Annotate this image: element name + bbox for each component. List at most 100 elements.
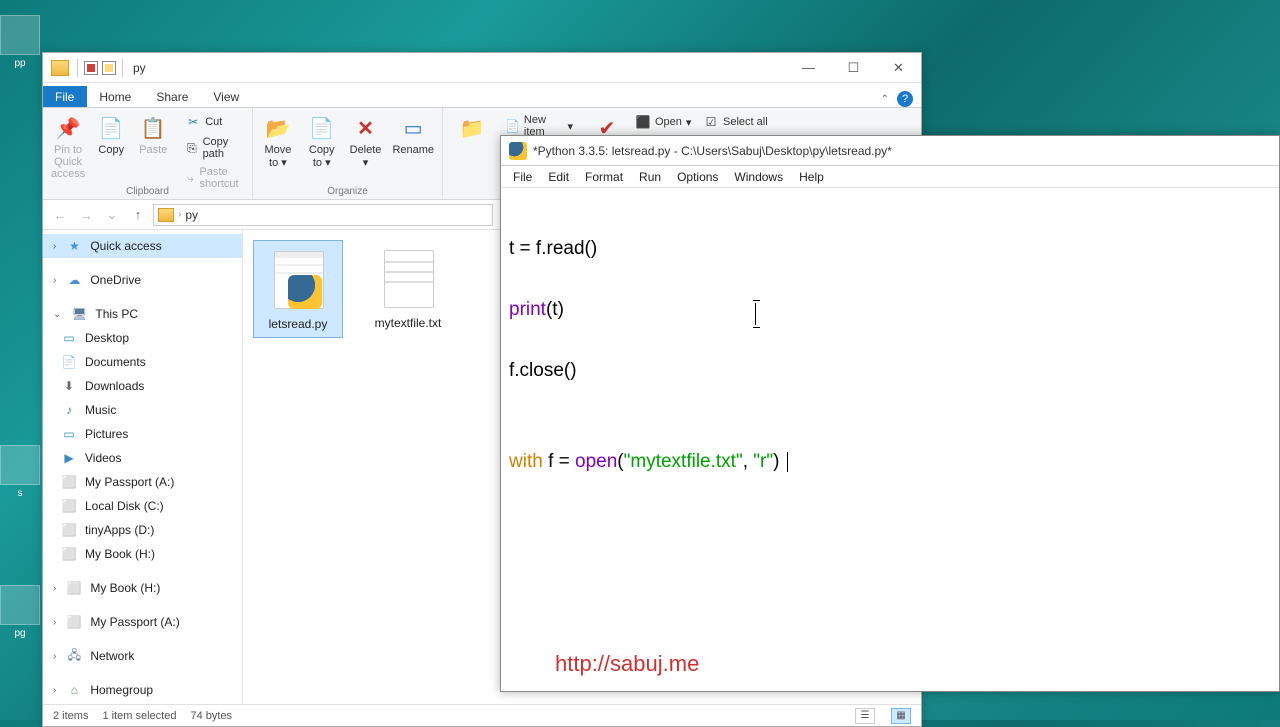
copy-path-button[interactable]: ⎘Copy path [181,134,248,162]
desktop-icon[interactable]: pp [0,15,45,69]
file-item[interactable]: mytextfile.txt [363,240,453,336]
file-label: mytextfile.txt [375,316,442,330]
minimize-button[interactable]: — [786,54,831,82]
sidebar-item-onedrive[interactable]: ☁OneDrive [43,268,242,292]
folder-icon [158,208,174,222]
idle-menubar: File Edit Format Run Options Windows Hel… [501,166,1279,188]
sidebar-item-homegroup[interactable]: ⌂Homegroup [43,678,242,702]
new-item-icon: 📄 [505,118,520,134]
cut-button[interactable]: ✂Cut [181,112,248,132]
tab-file[interactable]: File [43,86,87,107]
star-icon: ★ [66,238,82,254]
drive-icon: ⬜ [61,474,77,490]
menu-format[interactable]: Format [577,168,631,186]
delete-button[interactable]: ✕ Delete ▾ [347,112,385,171]
group-label: Organize [253,186,442,197]
sidebar-item-videos[interactable]: ▶Videos [43,446,242,470]
new-folder-button[interactable]: 📁 [449,112,495,146]
close-button[interactable]: ✕ [876,54,921,82]
sidebar-item-network[interactable]: 🖧Network [43,644,242,668]
back-button[interactable]: ← [49,204,71,226]
window-title: *Python 3.3.5: letsread.py - C:\Users\Sa… [533,144,892,158]
copy-to-button[interactable]: 📄 Copy to ▾ [303,112,341,171]
sidebar-item-quick-access[interactable]: ★Quick access [43,234,242,258]
up-button[interactable]: ↑ [127,204,149,226]
window-title: py [133,61,146,75]
chevron-right-icon[interactable]: › [178,209,181,220]
collapse-ribbon-icon[interactable]: ⌃ [881,94,889,105]
open-icon: ⬛ [635,114,651,130]
move-to-button[interactable]: 📂 Move to ▾ [259,112,297,171]
desktop-icon: ▭ [61,330,77,346]
code-line: f.close() [509,356,1271,386]
ribbon-tabs: File Home Share View ⌃ ? [43,83,921,108]
code-line: print(t) [509,295,1271,325]
explorer-titlebar[interactable]: py — ☐ ✕ [43,53,921,83]
drive-icon: ⬜ [66,580,82,596]
breadcrumb[interactable]: › py [153,204,493,226]
sidebar-item-drive[interactable]: ⬜My Passport (A:) [43,610,242,634]
sidebar-item-drive[interactable]: ⬜My Passport (A:) [43,470,242,494]
sidebar-item-drive[interactable]: ⬜Local Disk (C:) [43,494,242,518]
sidebar-item-drive[interactable]: ⬜tinyApps (D:) [43,518,242,542]
menu-edit[interactable]: Edit [540,168,577,186]
select-all-button[interactable]: ☑Select all [699,112,915,132]
cloud-icon: ☁ [66,272,82,288]
copy-to-icon: 📄 [306,114,338,142]
recent-button[interactable]: ⌄ [101,204,123,226]
group-label: Clipboard [43,186,252,197]
code-line: t = f.read() [509,234,1271,264]
select-all-icon: ☑ [703,114,719,130]
homegroup-icon: ⌂ [66,682,82,698]
pin-quick-access-button[interactable]: 📌 Pin to Quick access [49,112,87,182]
view-details-button[interactable]: ☰ [855,708,875,724]
sidebar-item-drive[interactable]: ⬜My Book (H:) [43,576,242,600]
maximize-button[interactable]: ☐ [831,54,876,82]
view-icons-button[interactable]: ▦ [891,708,911,724]
tab-view[interactable]: View [201,86,252,107]
drive-icon: ⬜ [61,498,77,514]
open-button[interactable]: ⬛Open ▾ [631,112,695,132]
watermark-url: http://sabuj.me [555,646,699,681]
python-file-icon [266,247,330,311]
menu-help[interactable]: Help [791,168,832,186]
drive-icon: ⬜ [66,614,82,630]
ibeam-cursor-icon [755,303,756,325]
sidebar-item-desktop[interactable]: ▭Desktop [43,326,242,350]
menu-run[interactable]: Run [631,168,669,186]
help-icon[interactable]: ? [897,91,913,107]
sidebar-item-pictures[interactable]: ▭Pictures [43,422,242,446]
delete-icon: ✕ [350,114,382,142]
file-label: letsread.py [269,317,328,331]
qat-icon[interactable] [84,61,98,75]
menu-file[interactable]: File [505,168,540,186]
sidebar-item-documents[interactable]: 📄Documents [43,350,242,374]
desktop-icon[interactable]: pg [0,585,45,639]
text-file-icon [376,246,440,310]
downloads-icon: ⬇ [61,378,77,394]
forward-button[interactable]: → [75,204,97,226]
sidebar: ★Quick access ☁OneDrive 🖥This PC ▭Deskto… [43,230,243,704]
move-icon: 📂 [262,114,294,142]
drive-icon: ⬜ [61,522,77,538]
idle-titlebar[interactable]: *Python 3.3.5: letsread.py - C:\Users\Sa… [501,136,1279,166]
sidebar-item-downloads[interactable]: ⬇Downloads [43,374,242,398]
sidebar-item-music[interactable]: ♪Music [43,398,242,422]
paste-button[interactable]: 📋 Paste [135,112,171,158]
folder-icon [51,60,69,76]
sidebar-item-this-pc[interactable]: 🖥This PC [43,302,242,326]
documents-icon: 📄 [61,354,77,370]
copy-button[interactable]: 📄 Copy [93,112,129,158]
sidebar-item-drive[interactable]: ⬜My Book (H:) [43,542,242,566]
menu-options[interactable]: Options [669,168,726,186]
menu-windows[interactable]: Windows [726,168,791,186]
qat-icon[interactable] [102,61,116,75]
code-editor[interactable]: t = f.read() print(t) f.close() with f =… [501,188,1279,691]
rename-button[interactable]: ▭ Rename [390,112,436,158]
breadcrumb-segment[interactable]: py [185,208,198,222]
file-item[interactable]: letsread.py [253,240,343,338]
tab-home[interactable]: Home [87,86,144,107]
desktop-icon[interactable]: s [0,445,45,499]
tab-share[interactable]: Share [144,86,201,107]
drive-icon: ⬜ [61,546,77,562]
